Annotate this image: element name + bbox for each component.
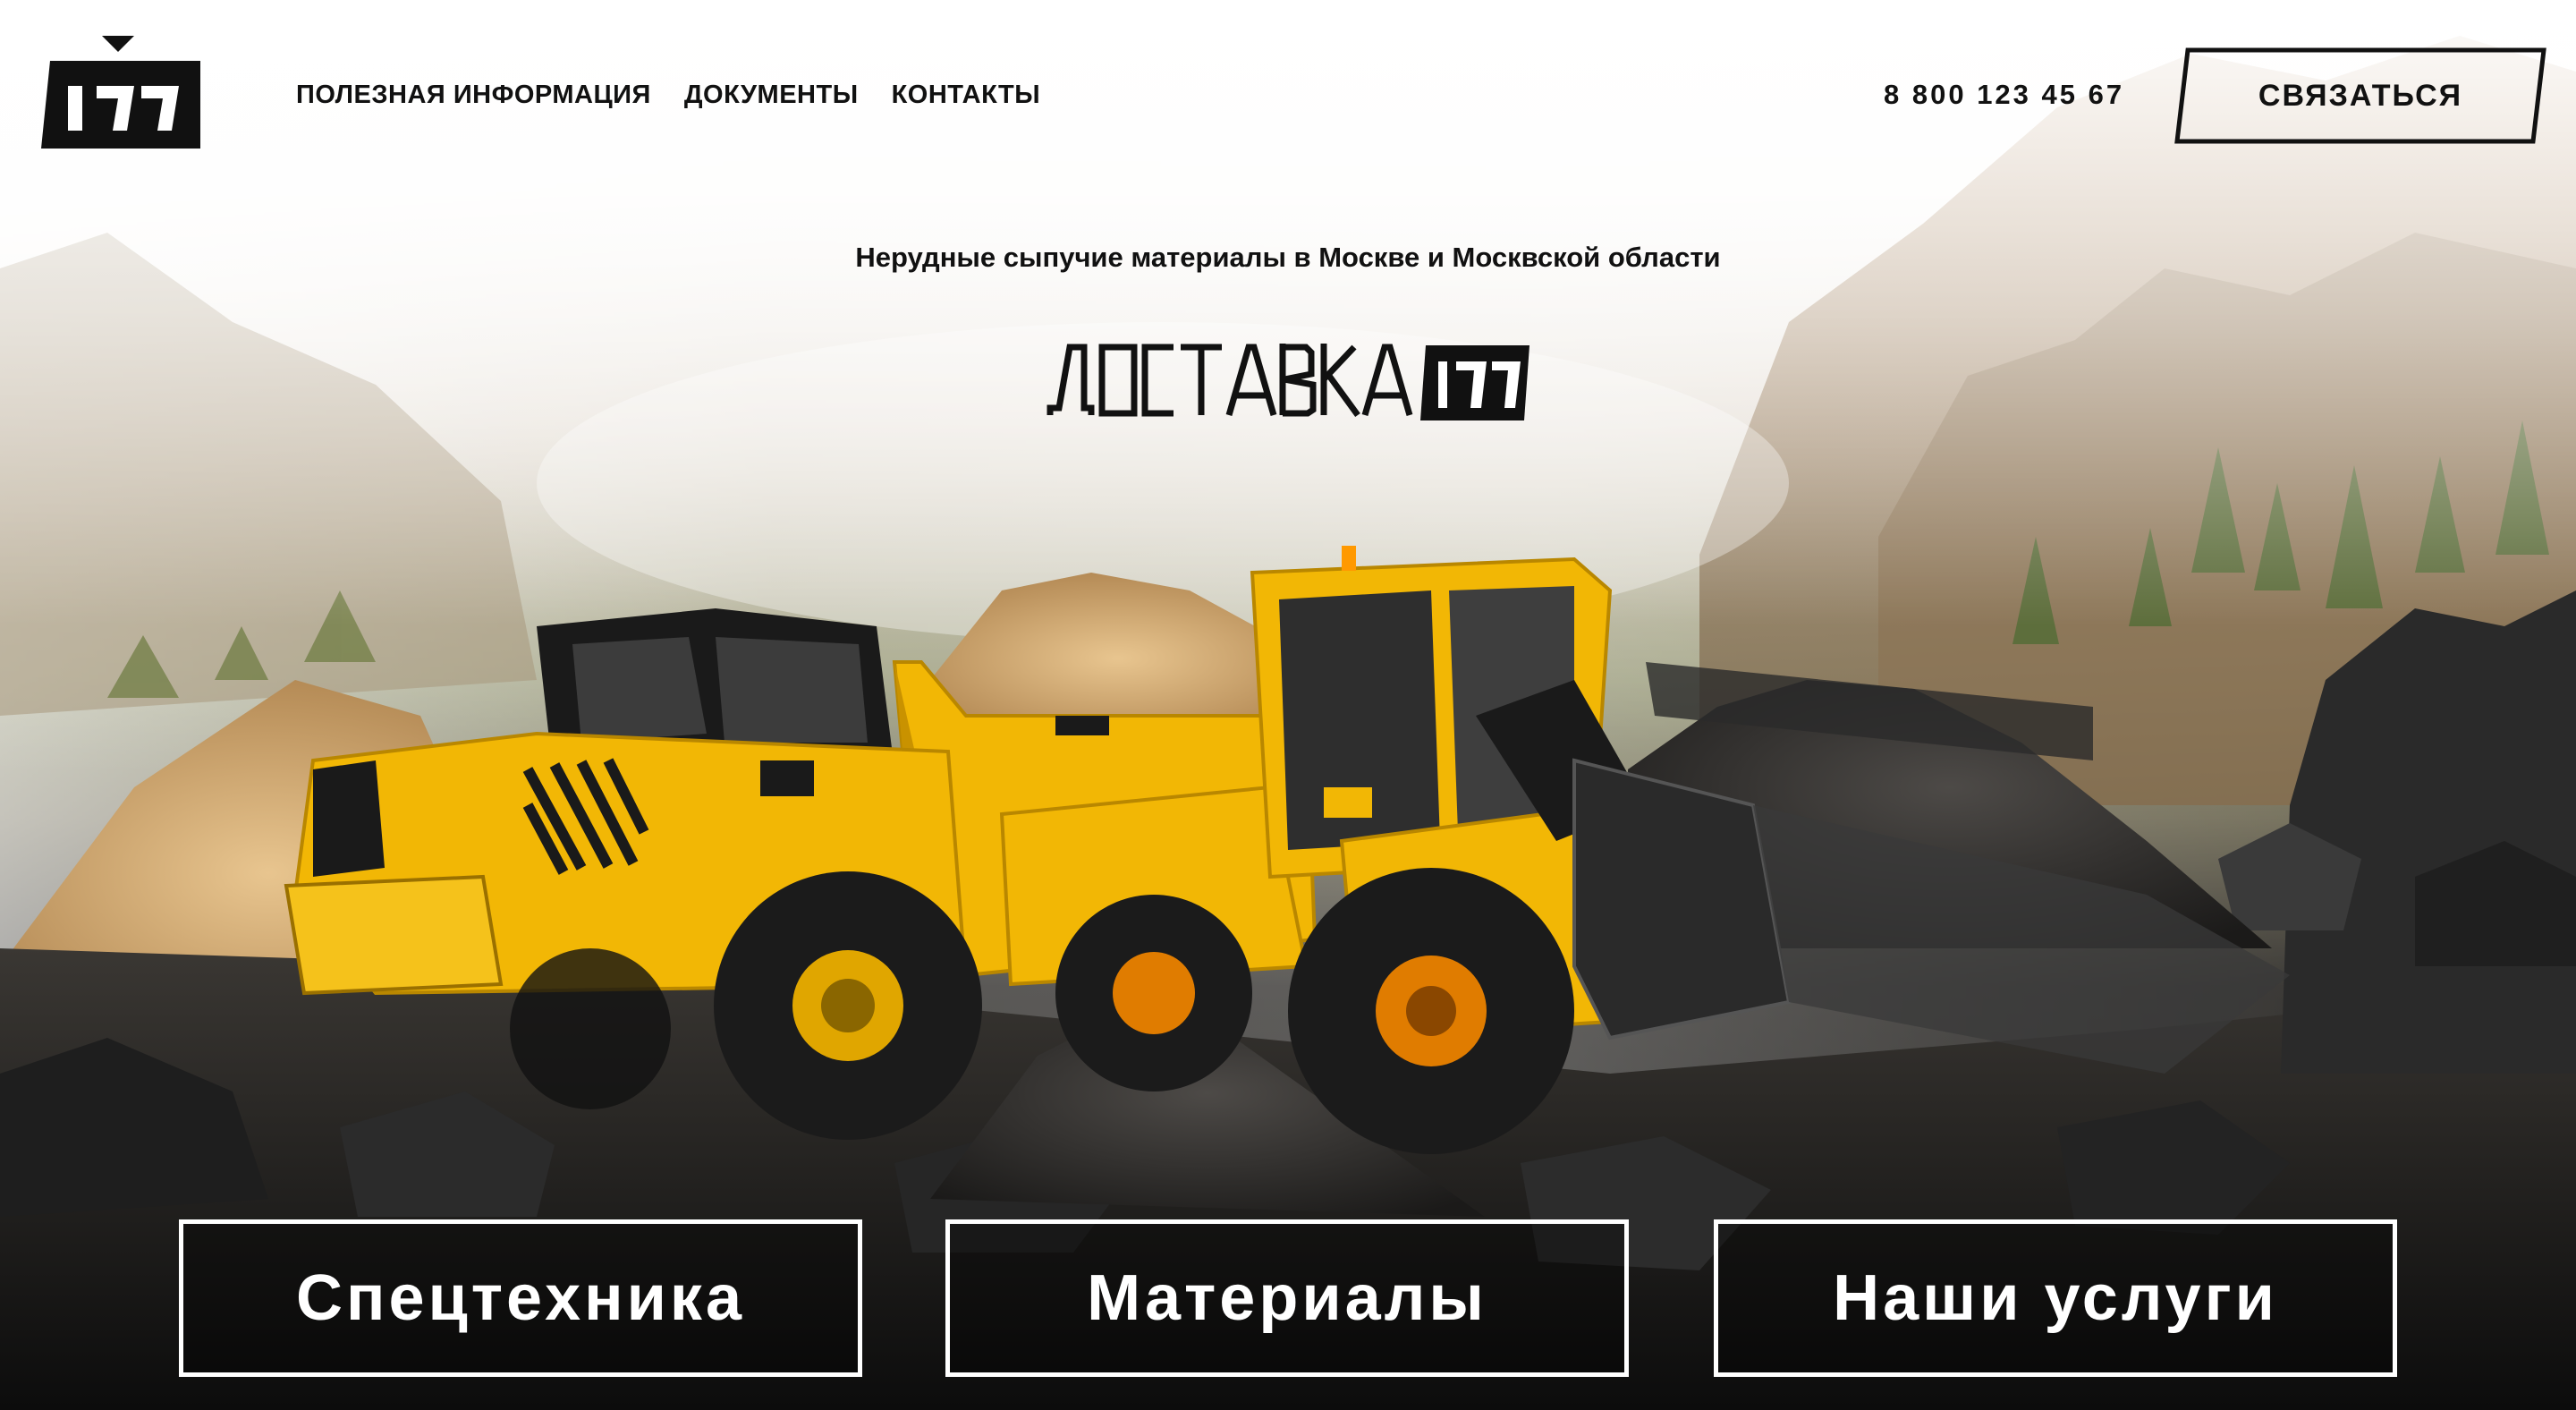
hero-subtitle: Нерудные сыпучие материалы в Москве и Мо… <box>855 242 1721 273</box>
hero-background <box>0 0 2576 1410</box>
contact-button[interactable]: СВЯЗАТЬСЯ <box>2174 47 2547 145</box>
nav-documents[interactable]: ДОКУМЕНТЫ <box>684 81 859 110</box>
category-materials[interactable]: Материалы <box>945 1219 1629 1377</box>
main-nav: ПОЛЕЗНАЯ ИНФОРМАЦИЯ ДОКУМЕНТЫ КОНТАКТЫ <box>296 81 1040 110</box>
machinery-illustration <box>284 546 2290 1154</box>
category-label: Спецтехника <box>295 1262 745 1334</box>
wheel-loader <box>999 546 2290 1154</box>
category-label: Наши услуги <box>1833 1262 2278 1334</box>
phone-number[interactable]: 8 800 123 45 67 <box>1884 79 2124 111</box>
category-label: Материалы <box>1087 1262 1487 1334</box>
brand-wordmark <box>1046 344 1530 420</box>
category-special-equipment[interactable]: Спецтехника <box>179 1219 862 1377</box>
site-logo[interactable] <box>41 36 200 149</box>
nav-useful-info[interactable]: ПОЛЕЗНАЯ ИНФОРМАЦИЯ <box>296 81 651 110</box>
contact-button-label: СВЯЗАТЬСЯ <box>2258 78 2463 113</box>
nav-contacts[interactable]: КОНТАКТЫ <box>892 81 1041 110</box>
category-services[interactable]: Наши услуги <box>1714 1219 2397 1377</box>
